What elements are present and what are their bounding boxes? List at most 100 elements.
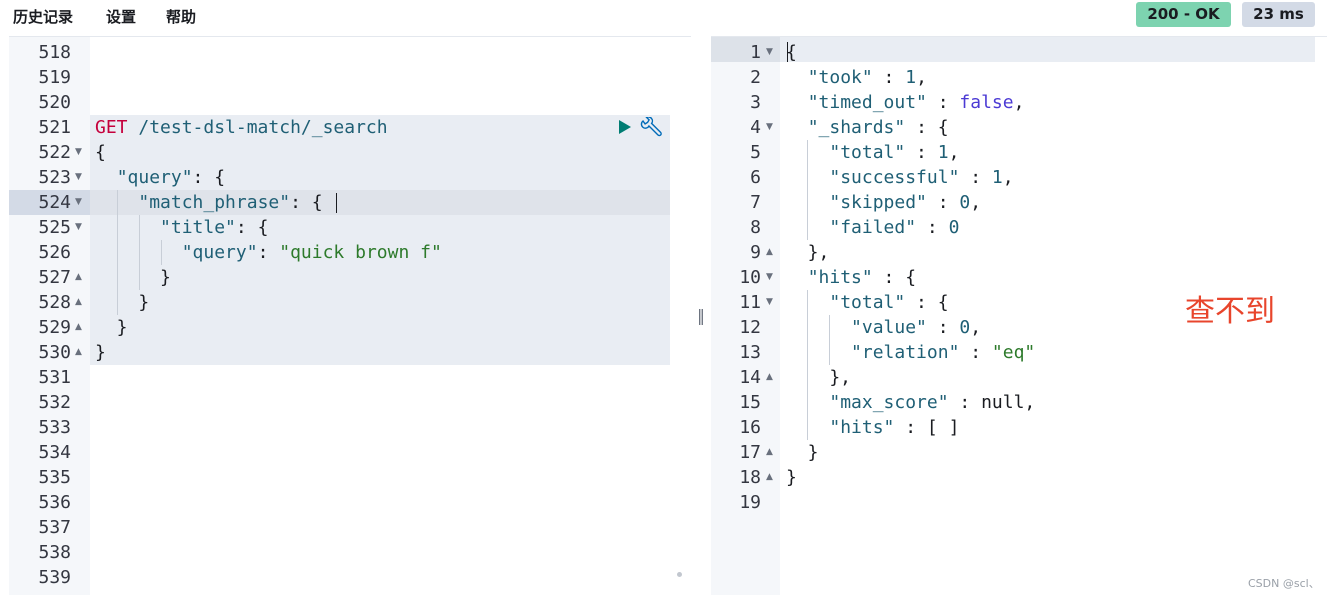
line-number: 13 (739, 342, 761, 363)
line-number: 10 (739, 267, 761, 288)
watermark: CSDN @scl、 (1248, 577, 1320, 590)
line-number: 530 (38, 342, 71, 363)
fold-toggle-icon[interactable]: ▲ (766, 365, 773, 390)
line-number: 533 (38, 417, 71, 438)
fold-toggle-icon[interactable]: ▲ (766, 240, 773, 265)
line-number: 536 (38, 492, 71, 513)
active-line-highlight (780, 37, 1315, 62)
line-number: 526 (38, 242, 71, 263)
code-line: { (786, 42, 797, 63)
scroll-indicator[interactable] (677, 572, 682, 577)
status-badge: 200 - OK (1136, 2, 1231, 27)
request-editor[interactable]: 518 519 520 521 522 523 524 525 526 527 528 529 530 5… (9, 36, 691, 595)
fold-toggle-icon[interactable]: ▲ (75, 315, 82, 340)
code-line: "max_score" : null, (829, 392, 1036, 413)
line-number: 534 (38, 442, 71, 463)
line-number: 521 (38, 117, 71, 138)
menu-settings[interactable]: 设置 (106, 6, 136, 27)
line-number: 17 (739, 442, 761, 463)
code-line: "timed_out" : false, (807, 92, 1025, 113)
request-url: /test-dsl-match/_search (127, 117, 388, 138)
line-number: 16 (739, 417, 761, 438)
code-line: { (95, 142, 106, 163)
panel-resize-handle[interactable]: ‖ (697, 306, 705, 325)
fold-toggle-icon[interactable]: ▼ (766, 40, 773, 65)
line-number: 12 (739, 317, 761, 338)
code-line: }, (786, 242, 830, 263)
code-line: } (786, 467, 797, 488)
code-line: "match_phrase": { (138, 192, 323, 213)
response-time-badge: 23 ms (1242, 2, 1315, 27)
line-number: 4 (750, 117, 761, 138)
annotation-label: 查不到 (1185, 294, 1275, 329)
line-number: 7 (750, 192, 761, 213)
fold-toggle-icon[interactable]: ▼ (75, 190, 82, 215)
code-line: "_shards" : { (807, 117, 949, 138)
line-number: 15 (739, 392, 761, 413)
menu-history[interactable]: 历史记录 (13, 6, 73, 27)
line-number: 537 (38, 517, 71, 538)
code-line: } (95, 342, 106, 363)
fold-toggle-icon[interactable]: ▼ (766, 115, 773, 140)
fold-toggle-icon[interactable]: ▲ (75, 265, 82, 290)
code-line: "query": "quick brown f" (181, 242, 442, 263)
line-number: 523 (38, 167, 71, 188)
line-number: 519 (38, 67, 71, 88)
code-line: "total" : { (829, 292, 949, 313)
line-number: 14 (739, 367, 761, 388)
fold-toggle-icon[interactable]: ▲ (75, 340, 82, 365)
line-number: 3 (750, 92, 761, 113)
code-line: "relation" : "eq" (851, 342, 1036, 363)
code-line: } (786, 442, 819, 463)
code-line: "query": { (116, 167, 226, 188)
line-number: 11 (739, 292, 761, 313)
code-line: "total" : 1, (829, 142, 960, 163)
line-number: 528 (38, 292, 71, 313)
line-number: 518 (38, 42, 71, 63)
line-number: 520 (38, 92, 71, 113)
top-bar: 历史记录 设置 帮助 200 - OK 23 ms (0, 0, 1327, 34)
text-cursor (336, 193, 337, 213)
request-line: GET /test-dsl-match/_search (95, 115, 388, 140)
line-number: 522 (38, 142, 71, 163)
line-number: 6 (750, 167, 761, 188)
line-number: 529 (38, 317, 71, 338)
line-number: 1 (750, 42, 761, 63)
fold-toggle-icon[interactable]: ▼ (75, 140, 82, 165)
fold-toggle-icon[interactable]: ▲ (766, 465, 773, 490)
fold-toggle-icon[interactable]: ▲ (75, 290, 82, 315)
line-number: 18 (739, 467, 761, 488)
fold-toggle-icon[interactable]: ▼ (75, 215, 82, 240)
play-icon[interactable] (617, 119, 633, 135)
code-line: } (95, 317, 128, 338)
code-line: "skipped" : 0, (829, 192, 982, 213)
menu-help[interactable]: 帮助 (166, 6, 196, 27)
line-number: 19 (739, 492, 761, 513)
line-number: 8 (750, 217, 761, 238)
code-line: } (95, 267, 171, 288)
line-number: 524 (38, 192, 71, 213)
code-line: "failed" : 0 (829, 217, 960, 238)
line-number: 525 (38, 217, 71, 238)
code-line: "hits" : { (807, 267, 917, 288)
line-number: 531 (38, 367, 71, 388)
line-number: 2 (750, 67, 761, 88)
fold-toggle-icon[interactable]: ▼ (75, 165, 82, 190)
code-line: "took" : 1, (807, 67, 927, 88)
code-line: "successful" : 1, (829, 167, 1014, 188)
line-number: 9 (750, 242, 761, 263)
code-line: "hits" : [ ] (829, 417, 960, 438)
fold-toggle-icon[interactable]: ▲ (766, 440, 773, 465)
fold-toggle-icon[interactable]: ▼ (766, 265, 773, 290)
fold-toggle-icon[interactable]: ▼ (766, 290, 773, 315)
code-line: "title": { (160, 217, 269, 238)
line-number: 5 (750, 142, 761, 163)
line-number: 538 (38, 542, 71, 563)
line-number: 539 (38, 567, 71, 588)
line-number: 532 (38, 392, 71, 413)
code-line: "value" : 0, (851, 317, 982, 338)
wrench-icon[interactable] (639, 117, 663, 139)
line-number: 527 (38, 267, 71, 288)
line-number: 535 (38, 467, 71, 488)
code-line: } (95, 292, 150, 313)
